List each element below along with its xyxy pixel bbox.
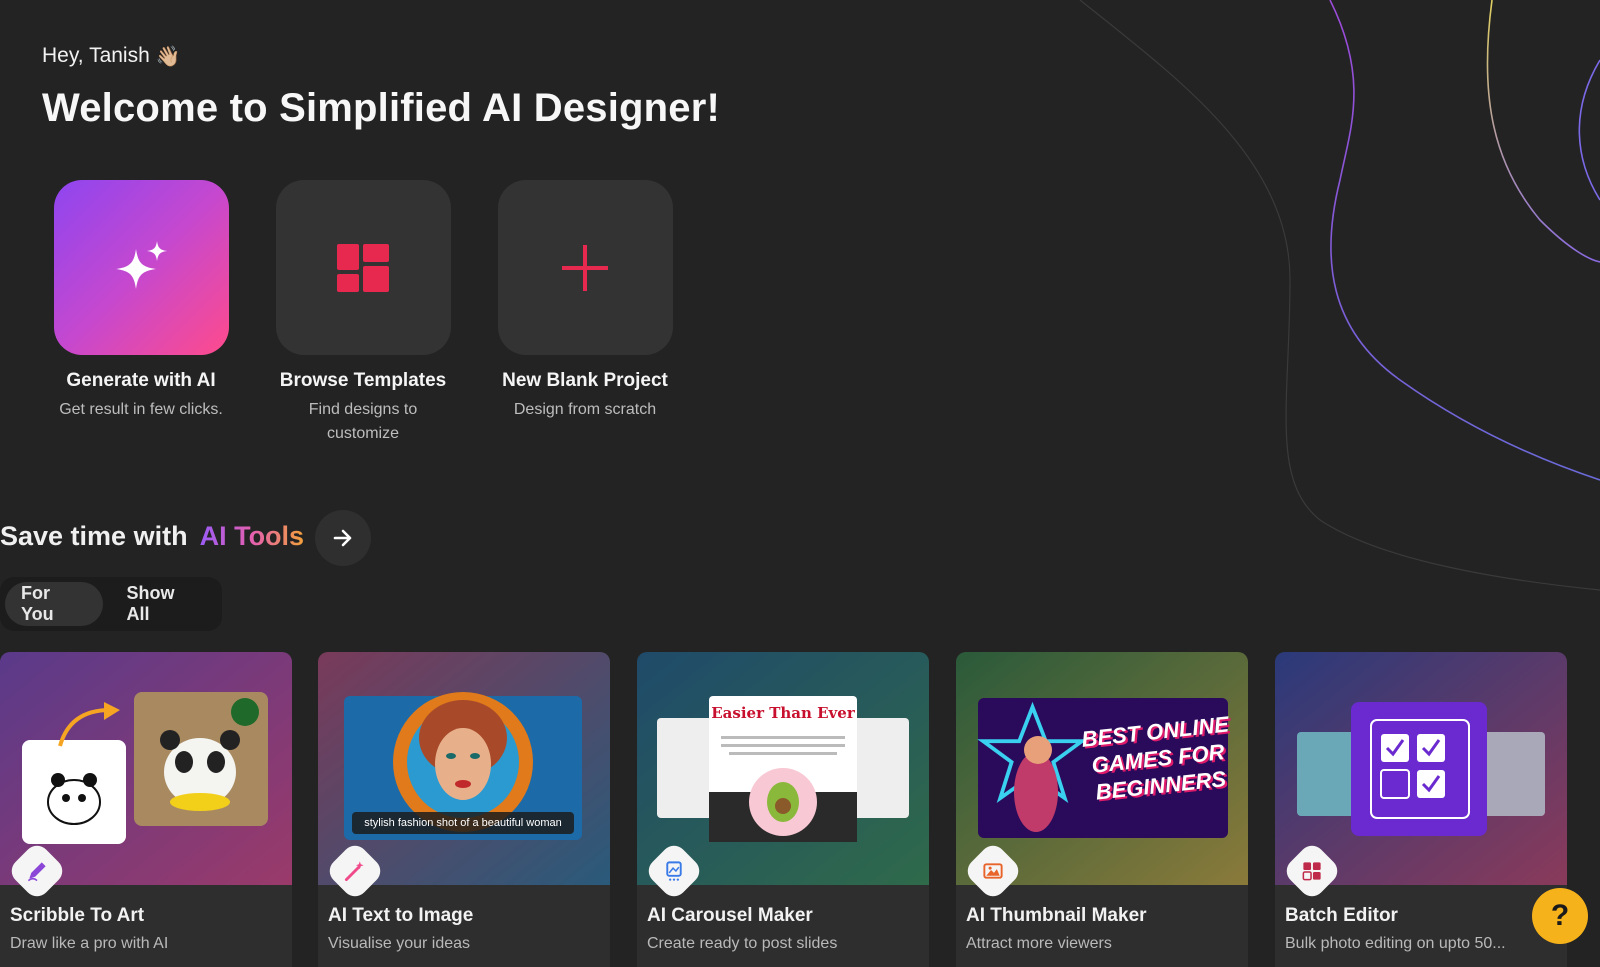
tool-card-batch-editor[interactable]: Batch Editor Bulk photo editing on upto … xyxy=(1275,652,1567,967)
tool-name: Batch Editor xyxy=(1285,905,1398,926)
greeting-text: Hey, Tanish xyxy=(42,44,150,67)
tool-card-info: Scribble To Art Draw like a pro with AI xyxy=(0,885,292,967)
action-subtitle: Design from scratch xyxy=(513,401,657,418)
thumbnail-headline: BEST ONLINE GAMES FOR BEGINNERS xyxy=(1080,711,1231,805)
tab-show-all[interactable]: Show All xyxy=(111,582,217,626)
tool-card-info: AI Thumbnail Maker Attract more viewers xyxy=(956,885,1248,967)
arrow-right-icon xyxy=(333,529,352,547)
generate-with-ai-button[interactable]: Generate with AI Get result in few click… xyxy=(41,180,241,422)
page-title: Welcome to Simplified AI Designer! xyxy=(42,86,721,130)
tool-card-ai-text-to-image[interactable]: stylish fashion shot of a beautiful woma… xyxy=(318,652,610,967)
wave-emoji: 👋🏼 xyxy=(155,44,181,68)
ai-tools-arrow-button[interactable] xyxy=(315,510,371,566)
plus-icon xyxy=(562,244,608,291)
new-blank-project-button[interactable]: New Blank Project Design from scratch xyxy=(485,180,685,422)
templates-grid-icon xyxy=(337,243,389,292)
ai-tools-heading: Save time with AI Tools xyxy=(0,521,304,552)
action-subtitle: Find designs to customize xyxy=(308,401,418,442)
tool-name: AI Text to Image xyxy=(328,905,474,926)
carousel-icon xyxy=(666,861,682,881)
tool-description: Bulk photo editing on upto 50... xyxy=(1285,935,1506,952)
batch-grid-icon xyxy=(1302,862,1321,881)
ai-tools-tabs: For You Show All xyxy=(0,577,222,631)
blank-project-tile[interactable] xyxy=(497,180,673,355)
ai-tools-heading-prefix: Save time with xyxy=(0,521,188,551)
tool-card-info: AI Carousel Maker Create ready to post s… xyxy=(637,885,929,967)
tool-card-ai-thumbnail-maker[interactable]: BEST ONLINE GAMES FOR BEGINNERS AI Thumb… xyxy=(956,652,1248,967)
action-subtitle: Get result in few clicks. xyxy=(59,401,223,418)
thumbnail-image-icon xyxy=(983,863,1003,879)
tool-card-scribble-to-art[interactable]: Scribble To Art Draw like a pro with AI xyxy=(0,652,292,967)
generate-tile[interactable] xyxy=(53,180,229,355)
action-title: Browse Templates xyxy=(279,370,447,391)
tool-description: Visualise your ideas xyxy=(328,935,471,952)
tool-description: Attract more viewers xyxy=(966,935,1112,952)
action-title: Generate with AI xyxy=(66,370,216,391)
ai-tools-heading-highlight: AI Tools xyxy=(199,521,305,551)
tool-card-ai-carousel-maker[interactable]: Easier Than Ever AI Carousel Maker Creat… xyxy=(637,652,929,967)
prompt-caption: stylish fashion shot of a beautiful woma… xyxy=(364,817,562,829)
sparkles-icon xyxy=(116,240,167,289)
tool-card-info: Batch Editor Bulk photo editing on upto … xyxy=(1275,885,1567,967)
tool-description: Draw like a pro with AI xyxy=(10,935,169,952)
templates-tile[interactable] xyxy=(275,180,451,355)
action-title: New Blank Project xyxy=(502,370,668,391)
tool-name: Scribble To Art xyxy=(10,905,145,926)
tool-card-info: AI Text to Image Visualise your ideas xyxy=(318,885,610,967)
tool-name: AI Thumbnail Maker xyxy=(966,905,1147,926)
magic-wand-icon xyxy=(344,861,364,882)
greeting: Hey, Tanish 👋🏼 xyxy=(42,44,181,68)
help-button[interactable]: ? xyxy=(1532,888,1588,944)
tool-name: AI Carousel Maker xyxy=(647,905,813,926)
pencil-scribble-icon xyxy=(27,862,46,882)
browse-templates-button[interactable]: Browse Templates Find designs to customi… xyxy=(263,180,463,446)
tab-for-you[interactable]: For You xyxy=(5,582,103,626)
carousel-slide-title: Easier Than Ever xyxy=(711,704,855,722)
tool-description: Create ready to post slides xyxy=(647,935,838,952)
